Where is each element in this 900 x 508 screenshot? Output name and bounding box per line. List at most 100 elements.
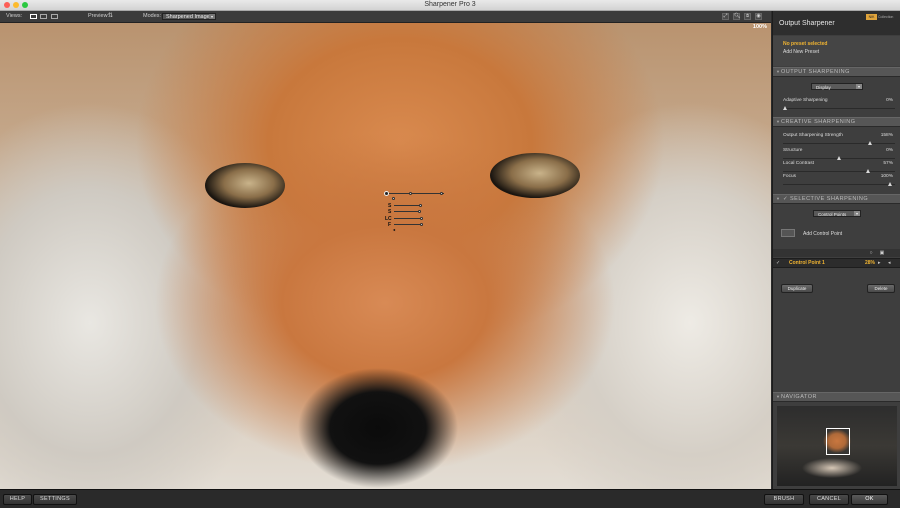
adaptive-sharpening-value: 0% bbox=[886, 98, 893, 103]
slider-knob-f[interactable] bbox=[420, 223, 423, 226]
selective-sharpening-title: SELECTIVE SHARPENING bbox=[790, 196, 869, 202]
add-control-point-label: Add Control Point bbox=[803, 231, 843, 237]
adaptive-sharpening-label: Adaptive Sharpening bbox=[783, 98, 828, 103]
right-eye bbox=[490, 153, 580, 198]
preview-label: Preview: bbox=[88, 13, 110, 19]
control-point-row[interactable]: ✓ Control Point 1 28% ▸ ◂ bbox=[773, 258, 900, 268]
triangle-down-icon: ▼ bbox=[776, 196, 781, 201]
local-contrast-row: Local Contrast 57% bbox=[783, 161, 893, 166]
panel-header: Output Sharpener NIK Collection bbox=[773, 11, 900, 35]
local-contrast-label: Local Contrast bbox=[783, 161, 814, 166]
side-by-side-view-icon[interactable] bbox=[51, 14, 58, 19]
output-strength-slider[interactable] bbox=[783, 141, 895, 145]
control-point-list-toolbar: ○ ▣ bbox=[773, 249, 900, 257]
image-canvas[interactable]: 100% S S LC F ◂ bbox=[0, 23, 771, 489]
output-strength-label: Output Sharpening Strength bbox=[783, 133, 843, 138]
split-view-icon[interactable] bbox=[40, 14, 47, 19]
square-icon[interactable]: ▣ bbox=[879, 250, 885, 256]
control-point-name: Control Point 1 bbox=[789, 260, 825, 266]
preview-toggle-icon[interactable]: ⇅ bbox=[108, 11, 113, 22]
control-point-radius-handle[interactable] bbox=[409, 192, 412, 195]
modes-label: Modes: bbox=[143, 13, 162, 19]
slider-thumb[interactable] bbox=[866, 169, 870, 173]
fit-view-icon[interactable]: ⤢ bbox=[722, 13, 729, 20]
slider-line-f bbox=[394, 224, 422, 225]
zoom-level: 100% bbox=[752, 24, 767, 30]
slider-line-s2 bbox=[394, 211, 420, 212]
output-sharpening-header[interactable]: ▼ OUTPUT SHARPENING bbox=[773, 67, 900, 77]
brand-text: Collection bbox=[878, 15, 894, 19]
left-eye bbox=[205, 163, 285, 208]
control-point-radius-line bbox=[389, 193, 444, 194]
hand-icon[interactable]: ✋︎ bbox=[744, 13, 751, 20]
control-point-opacity: 28% bbox=[865, 260, 876, 266]
structure-slider[interactable] bbox=[783, 156, 895, 160]
control-point-visibility-check[interactable]: ✓ bbox=[776, 259, 780, 267]
output-strength-value: 158% bbox=[880, 133, 893, 138]
control-point-size-handle[interactable] bbox=[392, 197, 395, 200]
panel-title: Output Sharpener bbox=[779, 20, 835, 27]
chevron-down-icon: ▾ bbox=[209, 14, 215, 19]
collapse-arrow-icon[interactable]: ◂ bbox=[888, 259, 891, 267]
bottom-bar: HELP SETTINGS BRUSH CANCEL OK bbox=[0, 489, 900, 508]
help-button[interactable]: HELP bbox=[3, 494, 32, 505]
slider-thumb[interactable] bbox=[888, 182, 892, 186]
slider-label-f: F bbox=[388, 222, 392, 228]
navigator-header[interactable]: ▼ NAVIGATOR bbox=[773, 392, 900, 402]
navigator-view-frame[interactable] bbox=[826, 428, 850, 455]
local-contrast-slider[interactable] bbox=[783, 169, 895, 173]
slider-knob-lc[interactable] bbox=[420, 217, 423, 220]
structure-label: Structure bbox=[783, 148, 803, 153]
slider-knob-s2[interactable] bbox=[418, 210, 421, 213]
structure-value: 0% bbox=[886, 148, 893, 153]
settings-button[interactable]: SETTINGS bbox=[33, 494, 77, 505]
slider-thumb[interactable] bbox=[868, 141, 872, 145]
focus-value: 100% bbox=[880, 174, 893, 179]
collapse-arrow-icon[interactable]: ◂ bbox=[393, 227, 395, 232]
add-control-point-button[interactable] bbox=[781, 229, 795, 237]
ok-button[interactable]: OK bbox=[851, 494, 888, 505]
selective-sharpening-header[interactable]: ▼ ✓ SELECTIVE SHARPENING bbox=[773, 194, 900, 204]
zoom-icon[interactable]: 🔍︎ bbox=[733, 13, 740, 20]
creative-sharpening-header[interactable]: ▼ CREATIVE SHARPENING bbox=[773, 117, 900, 127]
navigator-title: NAVIGATOR bbox=[781, 394, 817, 400]
loupe-icon[interactable]: ◉ bbox=[755, 13, 762, 20]
selective-method-value: Control Points bbox=[818, 212, 847, 217]
output-sharpening-title: OUTPUT SHARPENING bbox=[781, 69, 850, 75]
control-point-radius-end[interactable] bbox=[440, 192, 443, 195]
mode-select-value: Sharpened Image bbox=[166, 14, 210, 20]
output-type-value: Display bbox=[816, 85, 831, 90]
duplicate-button[interactable]: Duplicate bbox=[781, 284, 813, 293]
selective-checkbox-icon[interactable]: ✓ bbox=[783, 195, 788, 203]
expand-arrow-icon[interactable]: ▸ bbox=[878, 259, 881, 267]
output-type-select[interactable]: Display ▾ bbox=[811, 83, 863, 90]
views-label: Views: bbox=[6, 13, 23, 19]
adaptive-sharpening-slider[interactable] bbox=[783, 106, 895, 110]
mode-select[interactable]: Sharpened Image ▾ bbox=[162, 13, 216, 20]
selective-method-select[interactable]: Control Points ▾ bbox=[813, 210, 861, 217]
slider-label-s2: S bbox=[388, 209, 392, 215]
title-bar: Sharpener Pro 3 bbox=[0, 0, 900, 11]
local-contrast-value: 57% bbox=[883, 161, 893, 166]
focus-slider[interactable] bbox=[783, 182, 895, 186]
brand-logo: NIK bbox=[866, 14, 877, 20]
chevron-down-icon: ▾ bbox=[856, 84, 862, 89]
slider-knob-s1[interactable] bbox=[419, 204, 422, 207]
single-view-icon[interactable] bbox=[30, 14, 37, 19]
slider-thumb[interactable] bbox=[837, 156, 841, 160]
slider-line-lc bbox=[394, 218, 422, 219]
navigator-thumbnail[interactable] bbox=[777, 406, 897, 486]
triangle-down-icon: ▼ bbox=[776, 69, 781, 74]
slider-thumb[interactable] bbox=[783, 106, 787, 110]
chevron-down-icon: ▾ bbox=[854, 211, 860, 216]
brush-button[interactable]: BRUSH bbox=[764, 494, 804, 505]
right-panel: Output Sharpener NIK Collection No prese… bbox=[772, 11, 900, 489]
delete-button[interactable]: Delete bbox=[867, 284, 895, 293]
add-preset-link[interactable]: Add New Preset bbox=[783, 49, 819, 55]
circle-icon[interactable]: ○ bbox=[868, 250, 874, 256]
window-title: Sharpener Pro 3 bbox=[424, 1, 476, 8]
slider-line-s1 bbox=[394, 205, 422, 206]
cancel-button[interactable]: CANCEL bbox=[809, 494, 849, 505]
triangle-down-icon: ▼ bbox=[776, 119, 781, 124]
top-toolbar: Views: Preview: ⇅ Modes: Sharpened Image… bbox=[0, 11, 771, 23]
